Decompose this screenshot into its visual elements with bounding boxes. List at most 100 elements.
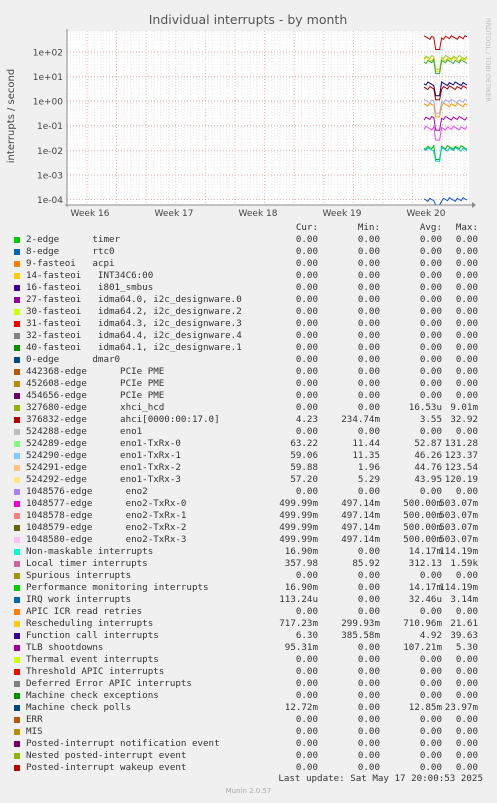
legend-cur: 16.90m: [284, 546, 318, 557]
legend-max: 0.00: [455, 294, 478, 305]
legend-row: 31-fasteoi idma64.3, i2c_designware.3 0.0…: [14, 318, 494, 330]
legend-cur: 0.00: [295, 690, 318, 701]
legend-label: 442368-edge PCIe PME: [26, 366, 165, 377]
y-tick-label: 1e-04: [37, 196, 63, 206]
legend-max: 0.00: [455, 714, 478, 725]
legend-label: 31-fasteoi idma64.3, i2c_designware.3: [26, 318, 242, 329]
legend-label: 16-fasteoi i801_smbus: [26, 282, 154, 293]
legend-min: 0.00: [357, 378, 380, 389]
y-tick-label: 1e-03: [37, 171, 63, 181]
legend-label: 524291-edge eno1-TxRx-2: [26, 462, 181, 473]
legend-min: 0.00: [357, 678, 380, 689]
legend-max: 0.00: [455, 726, 478, 737]
header-cur: Cur:: [295, 222, 318, 233]
legend-max: 0.00: [455, 270, 478, 281]
legend-max: 0.00: [455, 318, 478, 329]
legend-max: 0.00: [455, 258, 478, 269]
legend-cur: 12.72m: [284, 702, 318, 713]
legend-row: 524289-edge eno1-TxRx-0 63.22 11.44 52.87 13…: [14, 438, 494, 450]
legend-swatch: [14, 477, 20, 483]
legend-label: APIC ICR read retries: [26, 606, 143, 617]
y-tick-label: 1e-02: [37, 147, 63, 157]
legend-min: 0.00: [357, 306, 380, 317]
y-axis-label: interrupts / second: [6, 69, 17, 163]
legend-max: 0.00: [455, 750, 478, 761]
legend-cur: 59.88: [290, 462, 318, 473]
legend-row: 14-fasteoi INT34C6:00 0.00 0.00 0.00 0.00: [14, 270, 494, 282]
legend-max: 21.61: [450, 618, 478, 629]
legend-row: 452608-edge PCIe PME 0.00 0.00 0.00 0.00: [14, 378, 494, 390]
legend-min: 0.00: [357, 642, 380, 653]
legend-max: 503.07m: [439, 498, 478, 509]
legend-max: 3.14m: [450, 594, 478, 605]
legend-cur: 0.00: [295, 426, 318, 437]
legend-swatch: [14, 429, 20, 435]
legend-max: 0.00: [455, 666, 478, 677]
legend-swatch: [14, 357, 20, 363]
legend-min: 0.00: [357, 750, 380, 761]
legend-swatch: [14, 561, 20, 567]
legend-max: 32.92: [450, 414, 478, 425]
legend-label: ERR: [26, 714, 43, 725]
header-min: Min:: [357, 222, 380, 233]
y-ticks: 1e+02 1e+01 1e+00 1e-01 1e-02 1e-03 1e-04: [33, 48, 64, 206]
legend-row: Non-maskable interrupts 16.90m 0.00 14.17m 1…: [14, 546, 494, 558]
legend-row: 30-fasteoi idma64.2, i2c_designware.2 0.0…: [14, 306, 494, 318]
legend-label: 327680-edge xhci_hcd: [26, 402, 165, 413]
legend-label: Performance monitoring interrupts: [26, 582, 209, 593]
x-tick-label: Week 18: [239, 209, 278, 219]
legend-label: 524290-edge eno1-TxRx-1: [26, 450, 181, 461]
legend-cur: 0.00: [295, 750, 318, 761]
legend-cur: 499.99m: [279, 510, 318, 521]
legend-label: Rescheduling interrupts: [26, 618, 154, 629]
legend-cur: 63.22: [290, 438, 318, 449]
legend-label: MIS: [26, 726, 43, 737]
legend-swatch: [14, 297, 20, 303]
chart-title: Individual interrupts - by month: [149, 12, 348, 27]
legend-min: 0.00: [357, 282, 380, 293]
legend-min: 0.00: [357, 330, 380, 341]
legend-row: 1048578-edge eno2-TxRx-1 499.99m 497.14m 50…: [14, 510, 494, 522]
legend-label: 376832-edge ahci[0000:00:17.0]: [26, 414, 220, 425]
legend-max: 0.00: [455, 330, 478, 341]
legend-min: 0.00: [357, 702, 380, 713]
legend-row: 9-fasteoi acpi 0.00 0.00 0.00 0.00: [14, 258, 494, 270]
legend-swatch: [14, 417, 20, 423]
legend-min: 5.29: [357, 474, 380, 485]
legend-cur: 0.00: [295, 570, 318, 581]
legend-swatch: [14, 261, 20, 267]
legend-row: Deferred Error APIC interrupts 0.00 0.00 0.…: [14, 678, 494, 690]
legend-swatch: [14, 729, 20, 735]
legend-min: 497.14m: [341, 522, 380, 533]
legend-swatch: [14, 681, 20, 687]
legend-cur: 357.98: [284, 558, 318, 569]
legend-label: 40-fasteoi idma64.1, i2c_designware.1: [26, 342, 242, 353]
legend-min: 0.00: [357, 546, 380, 557]
legend-cur: 0.00: [295, 378, 318, 389]
legend-row: 0-edge dmar0 0.00 0.00 0.00 0.00: [14, 354, 494, 366]
legend-swatch: [14, 609, 20, 615]
legend-cur: 0.00: [295, 258, 318, 269]
legend-cur: 59.06: [290, 450, 318, 461]
legend-label: 524288-edge eno1: [26, 426, 143, 437]
legend-cur: 113.24u: [279, 594, 318, 605]
legend-label: Function call interrupts: [26, 630, 159, 641]
legend-max: 0.00: [455, 426, 478, 437]
legend-swatch: [14, 705, 20, 711]
legend-min: 85.92: [352, 558, 380, 569]
legend-cur: 0.00: [295, 390, 318, 401]
legend-max: 0.00: [455, 606, 478, 617]
x-ticks: Week 16 Week 17 Week 18 Week 19 Week 20: [71, 209, 446, 219]
legend-swatch: [14, 753, 20, 759]
legend-row: Thermal event interrupts 0.00 0.00 0.00 0.00: [14, 654, 494, 666]
legend-label: Posted-interrupt wakeup event: [26, 762, 187, 773]
legend-cur: 6.30: [295, 630, 318, 641]
legend-label: Thermal event interrupts: [26, 654, 159, 665]
legend-min: 385.58m: [341, 630, 380, 641]
legend-label: TLB shootdowns: [26, 642, 104, 653]
legend-max: 0.00: [455, 306, 478, 317]
legend-swatch: [14, 633, 20, 639]
legend-max: 503.07m: [439, 534, 478, 545]
legend-swatch: [14, 741, 20, 747]
legend-row: Machine check exceptions 0.00 0.00 0.00 0.00: [14, 690, 494, 702]
